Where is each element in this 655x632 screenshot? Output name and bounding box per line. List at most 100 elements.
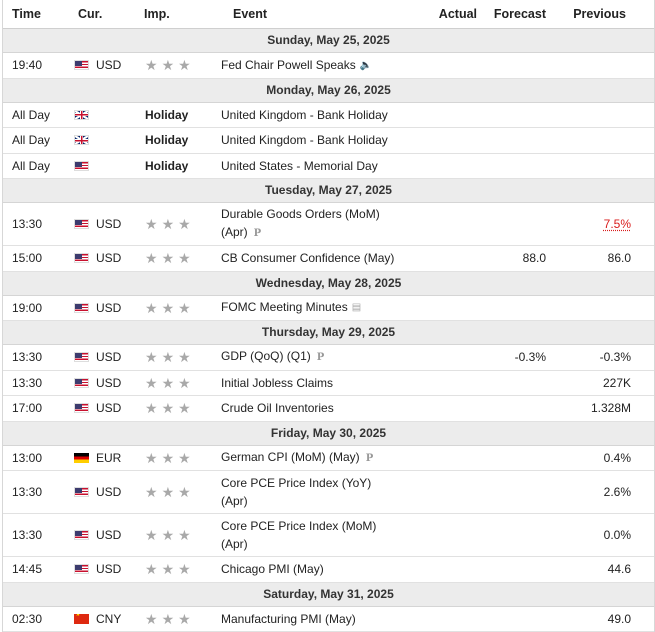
event-name[interactable]: United Kingdom - Bank Holiday <box>221 106 411 124</box>
event-name[interactable]: United States - Memorial Day <box>221 157 411 175</box>
star-icon: ★ <box>145 612 158 626</box>
event-cell[interactable]: FOMC Meeting Minutes▤ <box>221 298 411 317</box>
us-flag-icon <box>74 403 89 413</box>
currency-code: USD <box>96 485 121 499</box>
table-row[interactable]: 13:30 USD ★★★ Initial Jobless Claims 227… <box>3 371 654 397</box>
event-time: All Day <box>3 133 67 147</box>
importance-stars: ★★★ <box>133 58 221 72</box>
currency-code: USD <box>96 350 121 364</box>
event-name[interactable]: German CPI (MoM) (May) <box>221 450 360 464</box>
event-name-line1[interactable]: Core PCE Price Index (YoY) <box>221 476 371 490</box>
event-name-line2[interactable]: (Apr) <box>221 225 248 239</box>
table-row[interactable]: 13:30 USD ★★★ Core PCE Price Index (YoY)… <box>3 471 654 514</box>
event-time: 13:30 <box>3 485 67 499</box>
event-time: 19:40 <box>3 58 67 72</box>
col-header-time[interactable]: Time <box>3 7 67 21</box>
star-icon: ★ <box>162 451 175 465</box>
forecast-value: 88.0 <box>476 251 546 265</box>
event-cell[interactable]: German CPI (MoM) (May)P <box>221 448 411 468</box>
event-name[interactable]: Fed Chair Powell Speaks <box>221 58 356 72</box>
table-row[interactable]: 13:00 EUR ★★★ German CPI (MoM) (May)P 0.… <box>3 446 654 472</box>
col-header-importance[interactable]: Imp. <box>133 7 221 21</box>
currency-code: USD <box>96 58 121 72</box>
event-name[interactable]: GDP (QoQ) (Q1) <box>221 349 311 363</box>
table-row[interactable]: 17:00 USD ★★★ Crude Oil Inventories 1.32… <box>3 396 654 422</box>
currency-code: USD <box>96 251 121 265</box>
event-cell[interactable]: Core PCE Price Index (YoY) (Apr) <box>221 474 411 510</box>
event-name[interactable]: Initial Jobless Claims <box>221 374 411 392</box>
table-row[interactable]: All Day Holiday United Kingdom - Bank Ho… <box>3 128 654 154</box>
star-icon: ★ <box>145 562 158 576</box>
importance-stars: ★★★ <box>133 485 221 499</box>
star-icon: ★ <box>145 301 158 315</box>
previous-value: 2.6% <box>546 485 631 499</box>
event-time: 13:00 <box>3 451 67 465</box>
table-row[interactable]: 19:40 USD ★★★ Fed Chair Powell Speaks🔈 <box>3 53 654 79</box>
col-header-previous[interactable]: Previous <box>546 7 626 21</box>
table-row[interactable]: 14:45 USD ★★★ Chicago PMI (May) 44.6 <box>3 557 654 583</box>
event-cell[interactable]: GDP (QoQ) (Q1) P <box>221 347 411 367</box>
currency-cell: EUR <box>67 451 133 465</box>
col-header-event[interactable]: Event <box>221 7 411 21</box>
importance-stars: ★★★ <box>133 562 221 576</box>
event-name[interactable]: Manufacturing PMI (May) <box>221 610 411 628</box>
importance-stars: ★★★ <box>133 217 221 231</box>
event-cell[interactable]: Core PCE Price Index (MoM) (Apr) <box>221 517 411 553</box>
event-cell[interactable]: Fed Chair Powell Speaks🔈 <box>221 56 411 75</box>
event-cell[interactable]: Durable Goods Orders (MoM)(Apr)P <box>221 205 411 243</box>
table-row[interactable]: 13:30 USD ★★★ GDP (QoQ) (Q1)P -0.3% -0.3… <box>3 345 654 371</box>
us-flag-icon <box>74 378 89 388</box>
table-row[interactable]: All Day Holiday United States - Memorial… <box>3 154 654 180</box>
star-icon: ★ <box>178 451 191 465</box>
preliminary-badge: P <box>317 349 325 367</box>
event-name-line1[interactable]: Core PCE Price Index (MoM) <box>221 519 376 533</box>
event-name[interactable]: CB Consumer Confidence (May) <box>221 249 411 267</box>
event-name[interactable]: Crude Oil Inventories <box>221 399 411 417</box>
currency-cell: USD <box>67 376 133 390</box>
event-time: 13:30 <box>3 376 67 390</box>
event-time: 13:30 <box>3 350 67 364</box>
previous-value[interactable]: 7.5% <box>546 217 631 231</box>
us-flag-icon <box>74 487 89 497</box>
currency-cell: CNY <box>67 612 133 626</box>
us-flag-icon <box>74 219 89 229</box>
star-icon: ★ <box>178 376 191 390</box>
event-name-line2[interactable]: (Apr) <box>221 537 248 551</box>
event-time: 14:45 <box>3 562 67 576</box>
event-name[interactable]: Chicago PMI (May) <box>221 560 411 578</box>
star-icon: ★ <box>162 301 175 315</box>
currency-code: CNY <box>96 612 121 626</box>
us-flag-icon <box>74 564 89 574</box>
table-header: Time Cur. Imp. Event Actual Forecast Pre… <box>3 0 654 29</box>
event-name[interactable]: FOMC Meeting Minutes <box>221 300 348 314</box>
star-icon: ★ <box>162 251 175 265</box>
previous-value: 1.328M <box>546 401 631 415</box>
day-header: Tuesday, May 27, 2025 <box>3 179 654 203</box>
col-header-actual[interactable]: Actual <box>411 7 477 21</box>
star-icon: ★ <box>178 301 191 315</box>
star-icon: ★ <box>178 401 191 415</box>
table-row[interactable]: 13:30 USD ★★★ Durable Goods Orders (MoM)… <box>3 203 654 246</box>
event-name-line1[interactable]: Durable Goods Orders (MoM) <box>221 207 380 221</box>
importance-stars: ★★★ <box>133 401 221 415</box>
us-flag-icon <box>74 253 89 263</box>
star-icon: ★ <box>178 58 191 72</box>
table-row[interactable]: 19:00 USD ★★★ FOMC Meeting Minutes▤ <box>3 296 654 322</box>
day-header: Monday, May 26, 2025 <box>3 79 654 103</box>
table-row[interactable]: 02:30 CNY ★★★ Manufacturing PMI (May) 49… <box>3 607 654 632</box>
event-name-line2[interactable]: (Apr) <box>221 494 248 508</box>
star-icon: ★ <box>145 217 158 231</box>
event-time: All Day <box>3 159 67 173</box>
col-header-forecast[interactable]: Forecast <box>477 7 546 21</box>
previous-value: 49.0 <box>546 612 631 626</box>
table-row[interactable]: 13:30 USD ★★★ Core PCE Price Index (MoM)… <box>3 514 654 557</box>
star-icon: ★ <box>162 485 175 499</box>
col-header-currency[interactable]: Cur. <box>67 7 133 21</box>
star-icon: ★ <box>162 58 175 72</box>
day-header: Thursday, May 29, 2025 <box>3 321 654 345</box>
table-row[interactable]: All Day Holiday United Kingdom - Bank Ho… <box>3 103 654 129</box>
star-icon: ★ <box>178 562 191 576</box>
table-row[interactable]: 15:00 USD ★★★ CB Consumer Confidence (Ma… <box>3 246 654 272</box>
event-name[interactable]: United Kingdom - Bank Holiday <box>221 131 411 149</box>
star-icon: ★ <box>178 217 191 231</box>
